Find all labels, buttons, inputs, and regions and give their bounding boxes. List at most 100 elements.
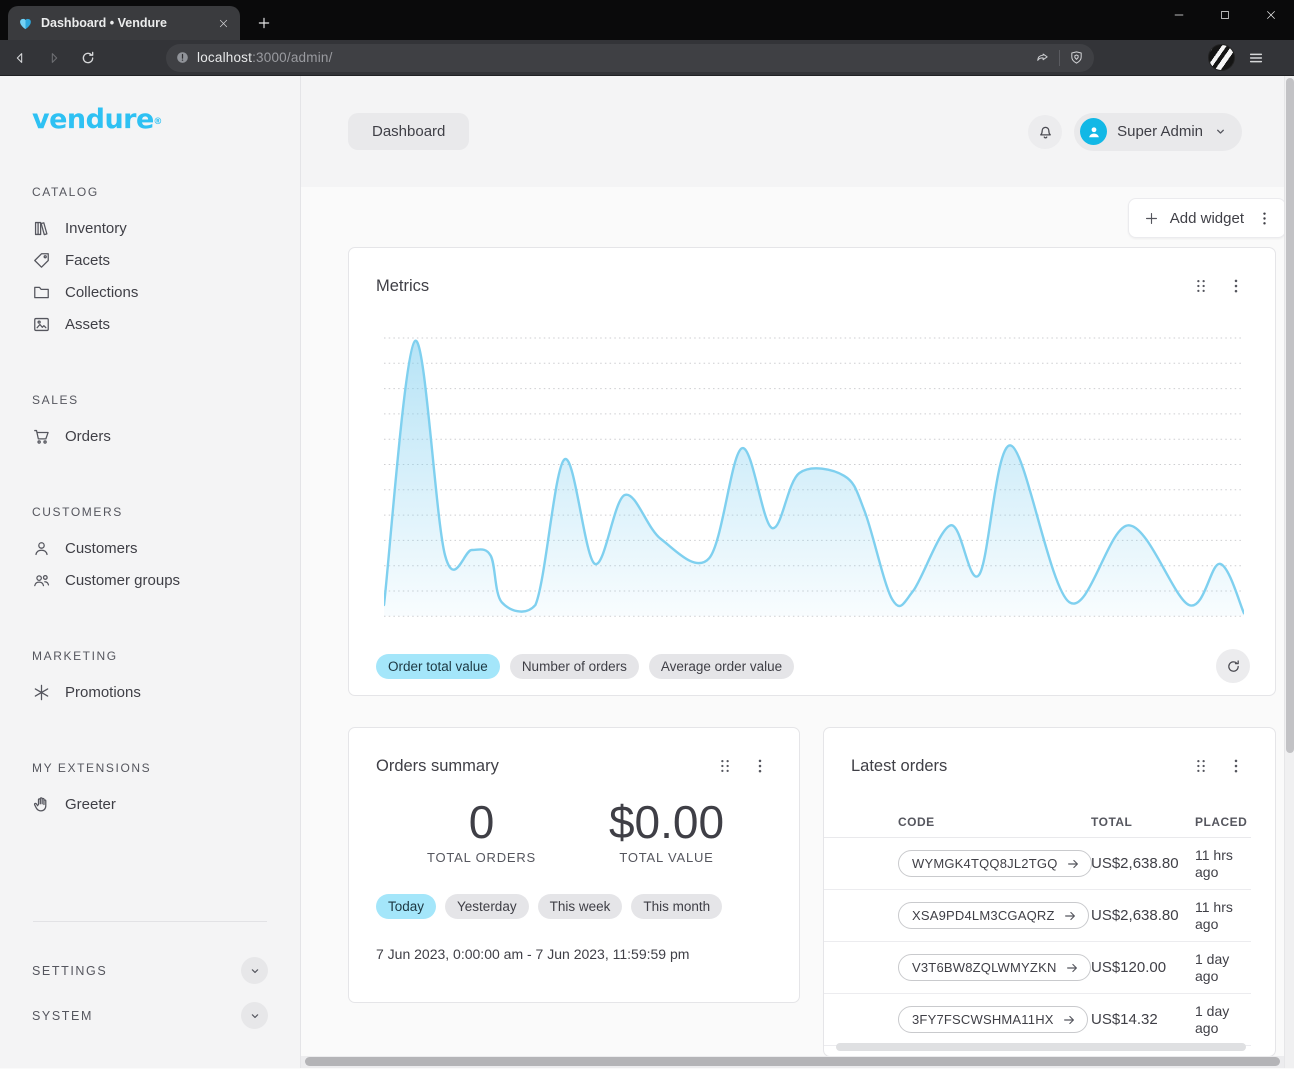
date-range-pill[interactable]: This week (538, 894, 623, 919)
latest-orders-widget: Latest orders CODE TOTAL PLACED AT (823, 727, 1276, 1057)
kebab-menu-icon[interactable] (1227, 277, 1245, 295)
user-avatar-icon (1080, 118, 1107, 145)
book-icon (32, 219, 51, 238)
vertical-scrollbar-thumb[interactable] (1286, 78, 1294, 753)
kebab-menu-icon[interactable] (1227, 757, 1245, 775)
sidebar-item-label: Assets (65, 316, 110, 333)
main-area: Dashboard Super Admin Add widget (301, 76, 1294, 1068)
order-code-link[interactable]: WYMGK4TQQ8JL2TGQ (898, 850, 1092, 877)
window-minimize-button[interactable] (1156, 0, 1202, 30)
order-placed-at: 11 hrs ago (1195, 899, 1251, 933)
image-icon (32, 315, 51, 334)
window-close-button[interactable] (1248, 0, 1294, 30)
drag-handle-icon[interactable] (716, 757, 734, 775)
sidebar-item[interactable]: Orders (0, 420, 300, 452)
horizontal-scrollbar-track[interactable] (301, 1056, 1284, 1068)
sidebar: vendure® CATALOG Inventory (0, 76, 301, 1068)
sidebar-section-heading: MY EXTENSIONS (0, 760, 300, 776)
date-range-pill[interactable]: Today (376, 894, 436, 919)
sidebar-section: SALES Orders (0, 392, 300, 452)
order-code-link[interactable]: V3T6BW8ZQLWMYZKN (898, 954, 1091, 981)
sidebar-collapsible-section[interactable]: SETTINGS (32, 948, 268, 993)
sidebar-item[interactable]: Greeter (0, 788, 300, 820)
metric-toggle-pill[interactable]: Order total value (376, 654, 500, 679)
order-code-link[interactable]: XSA9PD4LM3CGAQRZ (898, 902, 1089, 929)
metric-toggle-pill[interactable]: Average order value (649, 654, 794, 679)
sidebar-item[interactable]: Promotions (0, 676, 300, 708)
back-button[interactable] (6, 44, 34, 72)
sidebar-section-heading: CATALOG (0, 184, 300, 200)
window-maximize-button[interactable] (1202, 0, 1248, 30)
metrics-widget: Metrics Order total value Number of orde… (348, 247, 1276, 696)
sidebar-item[interactable]: Collections (0, 276, 300, 308)
order-code-link[interactable]: 3FY7FSCWSHMA11HX (898, 1006, 1088, 1033)
kebab-menu-icon[interactable] (1256, 210, 1273, 227)
sidebar-section-heading: SALES (0, 392, 300, 408)
vendure-favicon-icon (18, 16, 33, 31)
drag-handle-icon[interactable] (1192, 277, 1210, 295)
chevron-down-icon[interactable] (241, 1002, 268, 1029)
tag-icon (32, 251, 51, 270)
chevron-down-icon[interactable] (241, 957, 268, 984)
widget-title: Orders summary (376, 754, 716, 778)
date-range-text: 7 Jun 2023, 0:00:00 am - 7 Jun 2023, 11:… (376, 946, 799, 962)
site-info-icon[interactable] (175, 50, 190, 65)
date-range-pill[interactable]: This month (631, 894, 722, 919)
browser-tab[interactable]: Dashboard • Vendure (8, 6, 240, 40)
sidebar-section-heading: CUSTOMERS (0, 504, 300, 520)
table-row: V3T6BW8ZQLWMYZKN US$120.00 1 day ago (824, 942, 1251, 994)
add-widget-button[interactable]: Add widget (1128, 198, 1286, 238)
new-tab-button[interactable] (250, 9, 278, 37)
table-row: XSA9PD4LM3CGAQRZ US$2,638.80 11 hrs ago (824, 890, 1251, 942)
vertical-scrollbar-track[interactable] (1284, 76, 1294, 1068)
sidebar-nav: CATALOG Inventory Facets (0, 136, 300, 820)
tab-close-icon[interactable] (214, 14, 232, 32)
widget-horizontal-scrollbar[interactable] (836, 1043, 1246, 1051)
sidebar-collapsible-section[interactable]: SYSTEM (32, 993, 268, 1038)
stat-value: $0.00 (574, 796, 759, 848)
metric-toggle-pill[interactable]: Number of orders (510, 654, 639, 679)
sidebar-item[interactable]: Assets (0, 308, 300, 340)
browser-menu-icon[interactable] (1243, 45, 1269, 71)
date-range-pill[interactable]: Yesterday (445, 894, 529, 919)
user-name: Super Admin (1117, 123, 1203, 140)
sidebar-item-label: Facets (65, 252, 110, 269)
refresh-button[interactable] (1216, 649, 1250, 683)
orders-summary-widget: Orders summary 0 TOTAL ORDERS (348, 727, 800, 1003)
snowflake-icon (32, 683, 51, 702)
order-total: US$14.32 (1091, 1011, 1195, 1028)
vendure-logo[interactable]: vendure® (32, 104, 154, 136)
stat-label: TOTAL VALUE (574, 850, 759, 865)
share-icon[interactable] (1035, 50, 1050, 65)
refresh-icon (1225, 658, 1242, 675)
column-header-code: CODE (898, 815, 1091, 829)
url-bar[interactable]: localhost:3000/admin/ (166, 44, 1094, 72)
sidebar-collapsible-label: SYSTEM (32, 1009, 93, 1023)
latest-orders-table: CODE TOTAL PLACED AT WYMGK4TQQ8JL2TGQ (824, 806, 1251, 1046)
summary-stat: 0 TOTAL ORDERS (389, 796, 574, 865)
drag-handle-icon[interactable] (1192, 757, 1210, 775)
forward-button[interactable] (40, 44, 68, 72)
cart-icon (32, 427, 51, 446)
arrow-right-icon (1065, 961, 1079, 975)
sidebar-item-label: Collections (65, 284, 138, 301)
kebab-menu-icon[interactable] (751, 757, 769, 775)
sidebar-item[interactable]: Facets (0, 244, 300, 276)
order-total: US$2,638.80 (1091, 907, 1195, 924)
breadcrumb[interactable]: Dashboard (348, 113, 469, 150)
horizontal-scrollbar-thumb[interactable] (305, 1057, 1280, 1066)
sidebar-item[interactable]: Customer groups (0, 564, 300, 596)
sidebar-item[interactable]: Inventory (0, 212, 300, 244)
reload-button[interactable] (74, 44, 102, 72)
brave-shield-icon[interactable] (1069, 50, 1084, 65)
browser-profile-avatar[interactable] (1208, 44, 1235, 71)
notifications-button[interactable] (1028, 115, 1062, 149)
column-header-placed-at: PLACED AT (1195, 815, 1251, 829)
stat-label: TOTAL ORDERS (389, 850, 574, 865)
sidebar-item[interactable]: Customers (0, 532, 300, 564)
sidebar-item-label: Greeter (65, 796, 116, 813)
sidebar-section: CATALOG Inventory Facets (0, 184, 300, 340)
order-total: US$120.00 (1091, 959, 1195, 976)
sidebar-item-label: Customers (65, 540, 138, 557)
user-menu[interactable]: Super Admin (1074, 113, 1242, 151)
